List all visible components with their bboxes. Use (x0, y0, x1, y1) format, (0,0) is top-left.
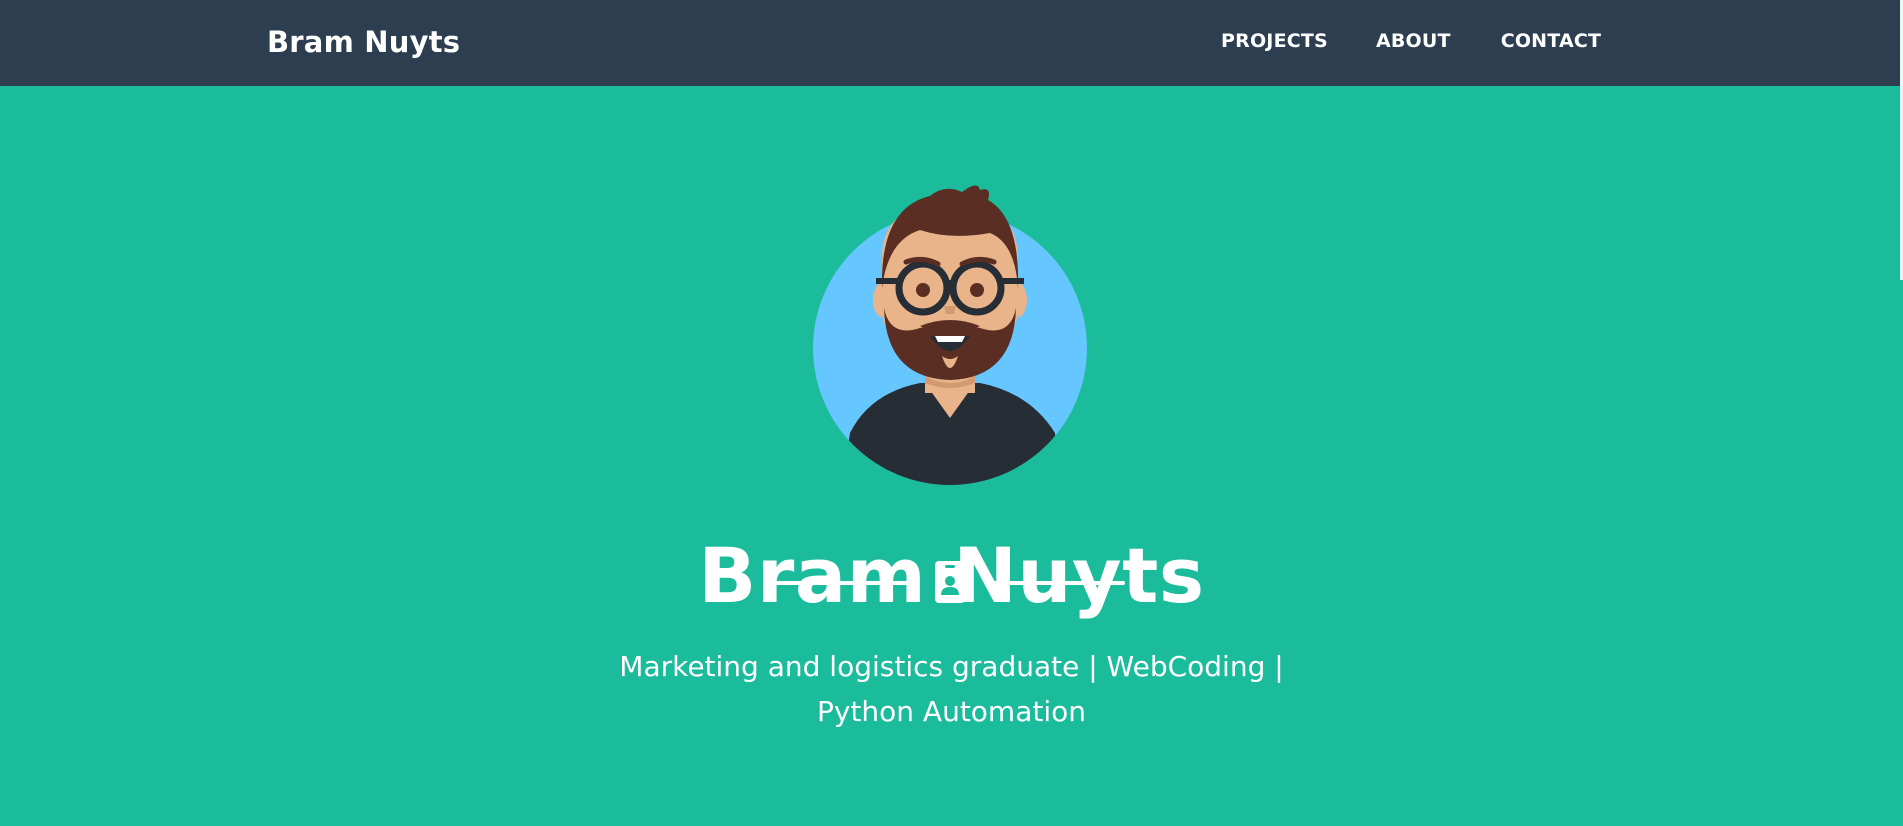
divider-line-right (985, 581, 1125, 585)
masthead-subheading: Marketing and logistics graduate | WebCo… (0, 644, 1903, 734)
divider-line-left (775, 581, 915, 585)
nav-link-projects[interactable]: PROJECTS (1221, 28, 1328, 54)
subheading-text: Marketing and logistics graduate | WebCo… (619, 650, 1284, 728)
nav-link-contact[interactable]: CONTACT (1501, 28, 1602, 54)
navbar: Bram Nuyts PROJECTS ABOUT CONTACT (0, 0, 1903, 86)
bearded-man-avatar-icon (813, 185, 1087, 485)
nav-links: PROJECTS ABOUT CONTACT (1221, 28, 1601, 54)
id-badge-icon (935, 561, 965, 603)
divider (775, 561, 1125, 605)
nav-link-about[interactable]: ABOUT (1376, 28, 1451, 54)
brand-link[interactable]: Bram Nuyts (267, 24, 460, 60)
